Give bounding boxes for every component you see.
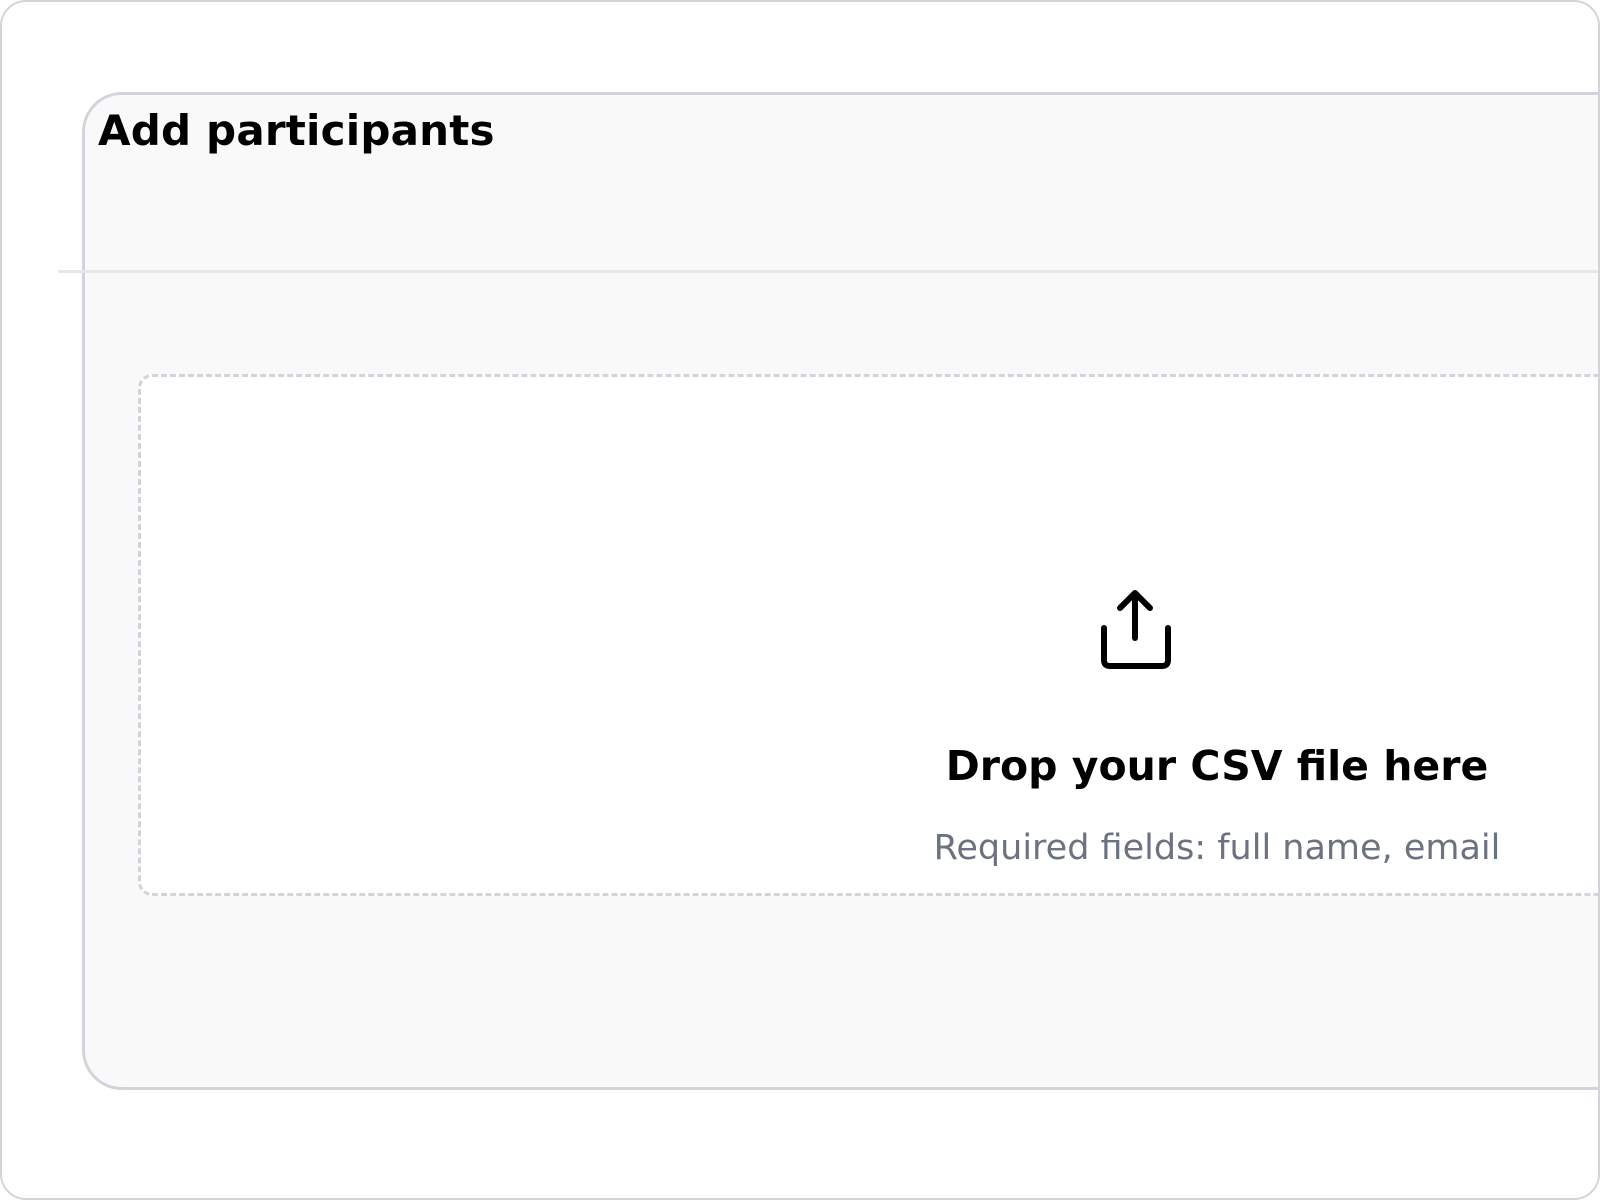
upload-icon	[1101, 590, 1171, 669]
app-window: Add participants Drop your CSV file here…	[0, 0, 1600, 1200]
page-title: Add participants	[98, 106, 495, 155]
dropzone-hint: Required fields: full name, email	[933, 828, 1501, 868]
header-divider	[58, 270, 1598, 273]
csv-dropzone[interactable]	[138, 374, 1598, 896]
dropzone-title: Drop your CSV file here	[945, 742, 1489, 790]
